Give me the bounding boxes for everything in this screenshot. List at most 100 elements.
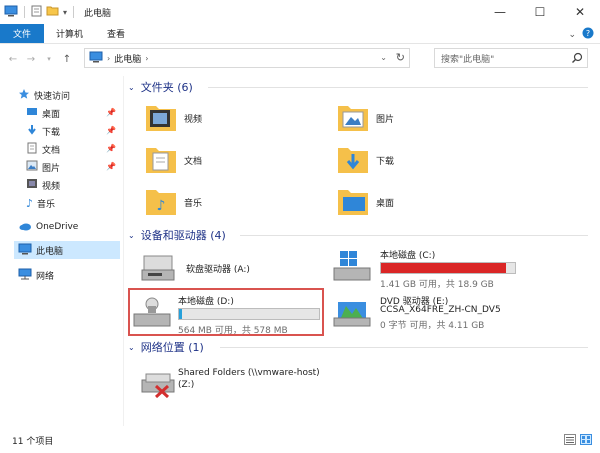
group-title: 设备和驱动器 (4) bbox=[140, 229, 226, 242]
nav-this-pc[interactable]: 此电脑 bbox=[14, 241, 120, 259]
status-bar: 11 个项目 bbox=[0, 428, 600, 453]
folder-name: 桌面 bbox=[376, 199, 395, 209]
ribbon-tabs: 文件 计算机 查看 ⌄ ? bbox=[0, 24, 600, 44]
disconnected-network-drive-icon bbox=[138, 366, 178, 401]
group-header-network[interactable]: ⌄ 网络位置 (1) bbox=[128, 338, 592, 356]
nav-item-music[interactable]: ♪ 音乐 bbox=[26, 194, 122, 212]
ribbon-right-controls: ⌄ ? bbox=[568, 27, 594, 42]
refresh-icon[interactable]: ↻ bbox=[396, 51, 405, 64]
folder-name: 文档 bbox=[184, 157, 203, 167]
close-button[interactable]: ✕ bbox=[560, 0, 600, 24]
nav-network[interactable]: 网络 bbox=[18, 266, 118, 284]
chevron-down-icon[interactable]: ⌄ bbox=[568, 30, 576, 40]
drive-info: 0 字节 可用，共 4.11 GB bbox=[380, 321, 485, 331]
pin-icon[interactable]: 📌 bbox=[106, 162, 116, 171]
navigation-pane: 快速访问 桌面 📌 下载 📌 文档 📌 图片 📌 视频 ♪ 音乐 OneDriv… bbox=[0, 76, 124, 426]
nav-network-label: 网络 bbox=[36, 271, 55, 282]
search-box[interactable]: 搜索"此电脑" bbox=[434, 48, 588, 68]
network-drive-z[interactable]: Shared Folders (\\vmware-host) (Z:) bbox=[138, 366, 378, 400]
folder-tile-downloads[interactable]: 下载 bbox=[336, 142, 394, 179]
chevron-down-icon[interactable]: ⌄ bbox=[128, 83, 135, 92]
nav-item-label: 视频 bbox=[42, 181, 61, 192]
qat-dropdown-icon[interactable]: ▾ bbox=[63, 8, 67, 17]
view-buttons bbox=[564, 434, 592, 448]
nav-quick-access[interactable]: 快速访问 bbox=[18, 86, 118, 104]
nav-item-downloads[interactable]: 下载 📌 bbox=[26, 122, 122, 140]
address-dropdown-icon[interactable]: ⌄ bbox=[380, 53, 387, 62]
pin-icon[interactable]: 📌 bbox=[106, 144, 116, 153]
drive-d-usage-fill bbox=[179, 309, 182, 319]
videos-folder-icon bbox=[144, 100, 178, 137]
search-input[interactable]: 搜索"此电脑" bbox=[441, 52, 494, 65]
folder-tile-documents[interactable]: 文档 bbox=[144, 142, 202, 179]
breadcrumb-this-pc[interactable]: 此电脑 bbox=[114, 52, 141, 65]
tab-view[interactable]: 查看 bbox=[95, 24, 137, 43]
nav-quick-access-label: 快速访问 bbox=[34, 91, 71, 102]
nav-item-pictures[interactable]: 图片 📌 bbox=[26, 158, 122, 176]
minimize-button[interactable]: — bbox=[480, 0, 520, 24]
help-icon[interactable]: ? bbox=[582, 27, 594, 42]
address-bar[interactable]: › 此电脑 › ⌄ ↻ bbox=[84, 48, 410, 68]
network-location-letter: (Z:) bbox=[178, 380, 195, 390]
recent-dropdown-button[interactable]: ▾ bbox=[40, 48, 58, 70]
nav-item-videos[interactable]: 视频 bbox=[26, 176, 122, 194]
drive-name: 本地磁盘 (D:) bbox=[178, 297, 234, 307]
properties-icon[interactable] bbox=[31, 5, 42, 20]
pin-icon[interactable]: 📌 bbox=[106, 108, 116, 117]
details-view-icon[interactable] bbox=[564, 434, 576, 448]
nav-item-label: 桌面 bbox=[42, 109, 61, 120]
cloud-icon bbox=[18, 221, 32, 234]
breadcrumb-separator-icon[interactable]: › bbox=[107, 54, 110, 63]
music-note-icon: ♪ bbox=[26, 196, 34, 210]
dvd-drive-icon bbox=[332, 296, 372, 331]
tab-file[interactable]: 文件 bbox=[0, 24, 44, 43]
group-header-devices[interactable]: ⌄ 设备和驱动器 (4) bbox=[128, 226, 592, 244]
document-icon bbox=[26, 142, 38, 157]
network-icon bbox=[18, 268, 32, 283]
download-arrow-icon bbox=[26, 124, 38, 139]
pin-icon[interactable]: 📌 bbox=[106, 126, 116, 135]
nav-this-pc-label: 此电脑 bbox=[36, 246, 64, 257]
nav-onedrive[interactable]: OneDrive bbox=[18, 218, 118, 236]
search-icon[interactable] bbox=[571, 52, 583, 67]
group-header-folders[interactable]: ⌄ 文件夹 (6) bbox=[128, 78, 592, 96]
folder-tile-pictures[interactable]: 图片 bbox=[336, 100, 394, 137]
back-button[interactable]: ← bbox=[4, 48, 22, 70]
drive-volume-label: CCSA_X64FRE_ZH-CN_DV5 bbox=[380, 305, 501, 315]
up-button[interactable]: ↑ bbox=[58, 48, 76, 70]
maximize-button[interactable]: ☐ bbox=[520, 0, 560, 24]
drive-d-icon bbox=[132, 294, 172, 331]
tiles-view-icon[interactable] bbox=[580, 434, 592, 448]
nav-item-desktop[interactable]: 桌面 📌 bbox=[26, 104, 122, 122]
folder-tile-desktop[interactable]: 桌面 bbox=[336, 184, 394, 221]
computer-icon bbox=[18, 243, 32, 258]
drive-c[interactable]: 本地磁盘 (C:) 1.41 GB 可用，共 18.9 GB bbox=[332, 248, 596, 290]
address-row: ← → ▾ ↑ › 此电脑 › ⌄ ↻ 搜索"此电脑" bbox=[0, 46, 600, 72]
drive-e[interactable]: DVD 驱动器 (E:) CCSA_X64FRE_ZH-CN_DV5 0 字节 … bbox=[332, 294, 596, 336]
tab-computer[interactable]: 计算机 bbox=[44, 24, 95, 43]
drive-c-usage-bar bbox=[380, 262, 516, 274]
new-folder-icon[interactable] bbox=[46, 5, 59, 19]
group-title: 网络位置 (1) bbox=[140, 341, 204, 354]
computer-icon bbox=[4, 5, 18, 20]
breadcrumb-separator-icon[interactable]: › bbox=[145, 54, 148, 63]
group-title: 文件夹 (6) bbox=[140, 81, 193, 94]
nav-item-label: 音乐 bbox=[37, 199, 56, 210]
folder-tile-music[interactable]: ♪ 音乐 bbox=[144, 184, 202, 221]
title-bar: ▾ 此电脑 — ☐ ✕ bbox=[0, 0, 600, 24]
folder-tile-videos[interactable]: 视频 bbox=[144, 100, 202, 137]
documents-folder-icon bbox=[144, 142, 178, 179]
computer-icon bbox=[89, 51, 103, 66]
desktop-icon bbox=[26, 107, 38, 120]
chevron-down-icon[interactable]: ⌄ bbox=[128, 343, 135, 352]
drive-a[interactable]: 软盘驱动器 (A:) bbox=[138, 252, 318, 286]
chevron-down-icon[interactable]: ⌄ bbox=[128, 231, 135, 240]
drive-d[interactable]: 本地磁盘 (D:) 564 MB 可用，共 578 MB bbox=[132, 294, 322, 336]
forward-button[interactable]: → bbox=[22, 48, 40, 70]
windows-drive-icon bbox=[332, 248, 372, 285]
drive-info: 564 MB 可用，共 578 MB bbox=[178, 326, 288, 336]
nav-item-label: 文档 bbox=[42, 145, 61, 156]
folder-name: 视频 bbox=[184, 115, 203, 125]
nav-item-documents[interactable]: 文档 📌 bbox=[26, 140, 122, 158]
quick-access-toolbar: ▾ bbox=[0, 0, 76, 24]
